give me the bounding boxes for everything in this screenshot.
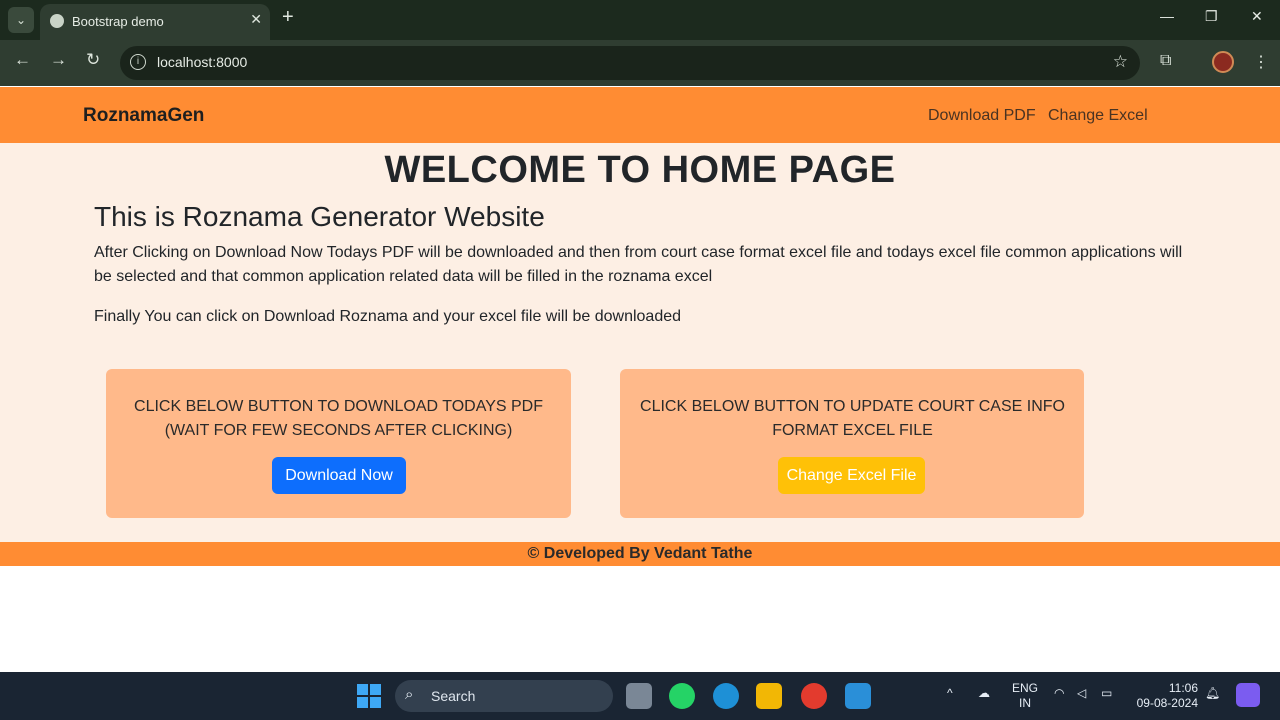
task-view-icon[interactable]: [626, 683, 652, 709]
vscode-icon[interactable]: [845, 683, 871, 709]
extensions-icon[interactable]: ⧉: [1160, 52, 1171, 70]
chrome-icon[interactable]: [801, 683, 827, 709]
download-card-line2: (WAIT FOR FEW SECONDS AFTER CLICKING): [164, 422, 513, 439]
search-icon: ⌕: [405, 686, 414, 703]
navbar-brand[interactable]: RoznamaGen: [83, 105, 204, 127]
clock-date: 09-08-2024: [1136, 696, 1198, 710]
change-excel-card-line2: FORMAT EXCEL FILE: [772, 422, 933, 439]
change-excel-file-button[interactable]: Change Excel File: [778, 457, 925, 494]
whatsapp-icon[interactable]: [669, 683, 695, 709]
new-tab-button[interactable]: +: [282, 6, 294, 29]
web-page: RoznamaGen Download PDF Change Excel WEL…: [0, 87, 1280, 672]
system-clock[interactable]: 11:06 09-08-2024: [1132, 681, 1198, 711]
volume-icon[interactable]: ◁: [1077, 686, 1086, 700]
page-subtitle: This is Roznama Generator Website: [94, 201, 545, 232]
url-text[interactable]: localhost:8000: [157, 54, 247, 70]
clock-time: 11:06: [1168, 681, 1198, 695]
minimize-button[interactable]: —: [1160, 8, 1174, 24]
language-line2: IN: [1019, 696, 1031, 710]
browser-tab-bar: ⌄ Bootstrap demo ✕ + — ❐ ✕: [0, 0, 1280, 40]
nav-link-download-pdf[interactable]: Download PDF: [928, 107, 1036, 125]
start-button[interactable]: [357, 684, 381, 708]
taskbar-search[interactable]: ⌕ Search: [395, 680, 613, 712]
site-navbar: RoznamaGen Download PDF Change Excel: [0, 87, 1280, 143]
globe-icon: [50, 14, 64, 28]
description-paragraph: After Clicking on Download Now Todays PD…: [94, 244, 1183, 285]
restore-button[interactable]: ❐: [1205, 8, 1218, 25]
windows-taskbar: ⌕ Search ^ ☁ ENG IN ◠ ◁ ▭ 11:06 09-08-20…: [0, 672, 1280, 720]
forward-icon[interactable]: →: [50, 50, 67, 70]
file-explorer-icon[interactable]: [756, 683, 782, 709]
browser-tab[interactable]: Bootstrap demo ✕: [40, 4, 270, 40]
change-excel-card-text: CLICK BELOW BUTTON TO UPDATE COURT CASE …: [640, 395, 1065, 443]
change-excel-card-line1: CLICK BELOW BUTTON TO UPDATE COURT CASE …: [640, 398, 1065, 415]
page-title: WELCOME TO HOME PAGE: [384, 149, 896, 191]
profile-avatar[interactable]: [1212, 51, 1234, 73]
download-card: CLICK BELOW BUTTON TO DOWNLOAD TODAYS PD…: [106, 369, 571, 518]
wifi-icon[interactable]: ◠: [1054, 686, 1064, 700]
nav-link-change-excel[interactable]: Change Excel: [1048, 107, 1148, 125]
download-card-line1: CLICK BELOW BUTTON TO DOWNLOAD TODAYS PD…: [134, 398, 543, 415]
battery-icon[interactable]: ▭: [1101, 686, 1112, 700]
notifications-icon[interactable]: 🔔︎: [1205, 686, 1220, 700]
show-hidden-icons-icon[interactable]: ^: [947, 686, 953, 700]
browser-toolbar: ← → ↻ i localhost:8000 ☆ ⧉ ⋮: [0, 40, 1280, 86]
language-line1: ENG: [1012, 681, 1039, 695]
menu-icon[interactable]: ⋮: [1253, 52, 1269, 72]
bookmark-star-icon[interactable]: ☆: [1113, 52, 1128, 72]
reload-icon[interactable]: ↻: [86, 50, 100, 70]
edge-icon[interactable]: [713, 683, 739, 709]
taskbar-search-label: Search: [431, 688, 476, 704]
tab-search-button[interactable]: ⌄: [8, 7, 34, 33]
download-now-button[interactable]: Download Now: [272, 457, 406, 494]
close-tab-icon[interactable]: ✕: [250, 11, 262, 28]
tab-title: Bootstrap demo: [72, 14, 164, 29]
download-card-text: CLICK BELOW BUTTON TO DOWNLOAD TODAYS PD…: [126, 395, 551, 443]
back-icon[interactable]: ←: [14, 50, 31, 70]
change-excel-card: CLICK BELOW BUTTON TO UPDATE COURT CASE …: [620, 369, 1084, 518]
onedrive-icon[interactable]: ☁: [978, 686, 990, 700]
close-window-button[interactable]: ✕: [1251, 8, 1263, 25]
address-bar[interactable]: i localhost:8000 ☆: [120, 46, 1140, 80]
site-footer: © Developed By Vedant Tathe: [0, 542, 1280, 566]
language-indicator[interactable]: ENG IN: [1012, 681, 1038, 711]
copilot-icon[interactable]: [1236, 683, 1260, 707]
main-content: WELCOME TO HOME PAGE This is Roznama Gen…: [0, 143, 1280, 542]
site-info-icon[interactable]: i: [130, 54, 146, 70]
instruction-paragraph: Finally You can click on Download Roznam…: [94, 308, 682, 325]
